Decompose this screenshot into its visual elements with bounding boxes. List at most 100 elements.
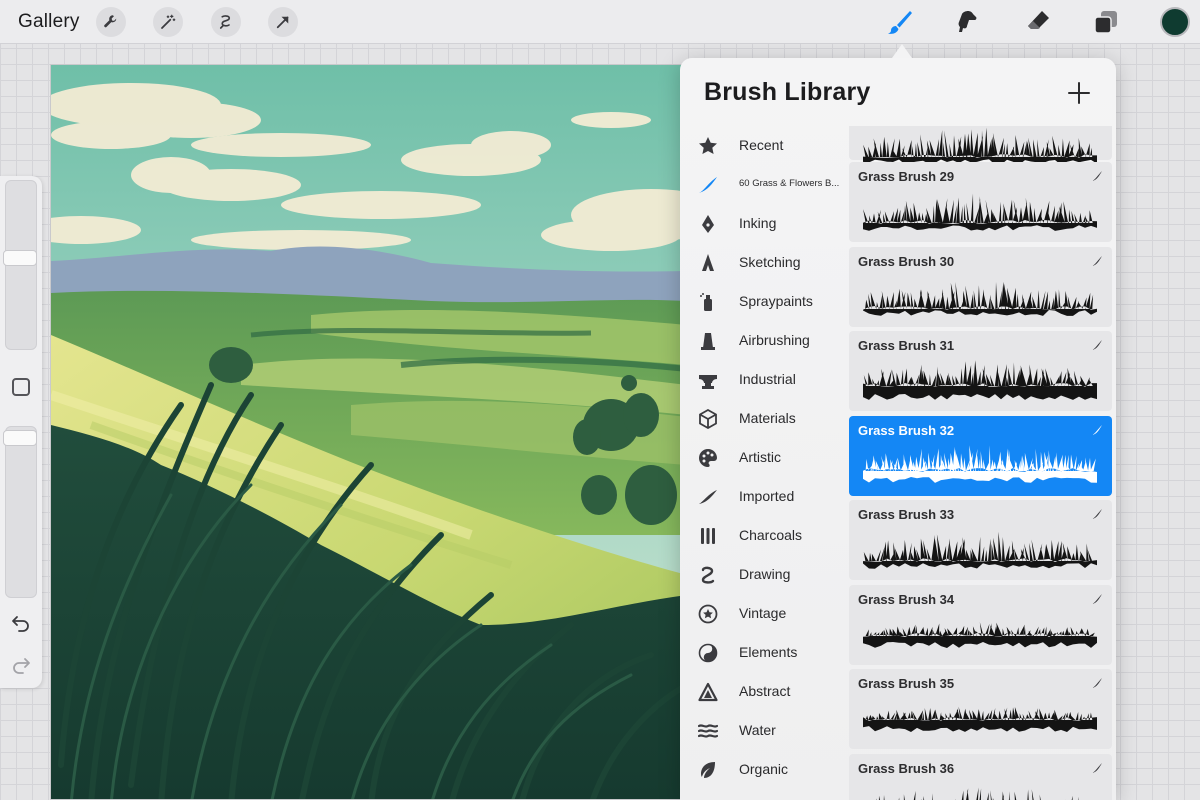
layers-button[interactable] <box>1090 6 1122 38</box>
set-item-water[interactable]: Water <box>680 711 850 749</box>
brush-stroke-icon <box>1092 425 1102 435</box>
set-label: Abstract <box>739 683 791 699</box>
brush-stroke-icon <box>697 174 719 196</box>
pencil-tip-icon <box>697 252 719 274</box>
brush-stroke-icon <box>1092 678 1102 688</box>
brush-card[interactable]: Grass Brush 33 <box>849 500 1112 580</box>
eraser-icon <box>1028 11 1049 29</box>
set-label: Industrial <box>739 371 796 387</box>
brush-stroke-icon <box>1092 171 1102 181</box>
top-toolbar: Gallery <box>0 0 1200 44</box>
set-label: Spraypaints <box>739 293 813 309</box>
set-item-spraypaints[interactable]: Spraypaints <box>680 282 850 320</box>
set-item-materials[interactable]: Materials <box>680 399 850 437</box>
set-label: Water <box>739 722 776 738</box>
brush-name: Grass Brush 36 <box>858 761 955 776</box>
brush-stroke-preview <box>863 622 1097 648</box>
eraser-tool-button[interactable] <box>1022 6 1054 38</box>
wrench-icon <box>104 15 117 28</box>
brush-size-handle[interactable] <box>3 250 37 266</box>
opacity-slider[interactable] <box>5 426 37 598</box>
set-item-airbrushing[interactable]: Airbrushing <box>680 321 850 359</box>
brush-card[interactable]: Grass Brush 32 <box>849 416 1112 496</box>
set-label: Airbrushing <box>739 332 810 348</box>
brush-stroke-icon <box>1092 509 1102 519</box>
airbrush-icon <box>697 330 719 352</box>
set-item-charcoals[interactable]: Charcoals <box>680 516 850 554</box>
pen-nib-icon <box>697 213 719 235</box>
cube-icon <box>697 408 719 430</box>
brush-stroke-preview <box>863 445 1097 483</box>
brush-card[interactable]: Grass Brush 36 <box>849 754 1112 800</box>
transform-button[interactable] <box>268 7 298 37</box>
brush-tool-button[interactable] <box>884 6 916 38</box>
brush-library-panel: Brush Library Recent 60 Grass & Flowers … <box>680 58 1116 800</box>
brushes-list: Grass Brush 29 Grass Brush 30 Grass Brush … <box>849 126 1112 800</box>
color-swatch-button[interactable] <box>1160 7 1190 37</box>
brush-name: Grass Brush 31 <box>858 338 955 353</box>
set-item-inking[interactable]: Inking <box>680 204 850 242</box>
brush-stroke-preview <box>863 531 1097 569</box>
brush-icon <box>888 11 912 34</box>
brush-stroke-preview <box>863 706 1097 732</box>
smudge-icon <box>958 11 977 32</box>
set-item-elements[interactable]: Elements <box>680 633 850 671</box>
set-label: Drawing <box>739 566 791 582</box>
smudge-tool-button[interactable] <box>951 6 983 38</box>
brush-name: Grass Brush 34 <box>858 592 955 607</box>
adjustments-button[interactable] <box>153 7 183 37</box>
set-item-recent[interactable]: Recent <box>680 126 850 164</box>
palette-icon <box>697 447 719 469</box>
brush-stroke-preview <box>863 281 1097 316</box>
modify-button[interactable] <box>12 378 30 396</box>
opacity-handle[interactable] <box>3 430 37 446</box>
brush-card[interactable]: Grass Brush 34 <box>849 585 1112 665</box>
set-label: Vintage <box>739 605 787 621</box>
set-item-imported[interactable]: Imported <box>680 477 850 515</box>
brush-stroke-preview <box>863 193 1097 231</box>
selection-button[interactable] <box>211 7 241 37</box>
brush-stroke-preview <box>876 787 1079 800</box>
left-sidebar <box>0 176 42 688</box>
brush-name: Grass Brush 35 <box>858 676 955 691</box>
set-label: 60 Grass & Flowers B... <box>739 178 840 189</box>
set-item-sketching[interactable]: Sketching <box>680 243 850 281</box>
waves-icon <box>697 720 719 742</box>
triangle-icon <box>697 681 719 703</box>
set-item-drawing[interactable]: Drawing <box>680 555 850 593</box>
brush-name: Grass Brush 33 <box>858 507 955 522</box>
set-item-industrial[interactable]: Industrial <box>680 360 850 398</box>
set-label: Recent <box>739 137 784 153</box>
drawing-canvas[interactable] <box>50 64 686 800</box>
brush-stroke-preview <box>863 360 1097 400</box>
set-label: Organic <box>739 761 789 777</box>
set-label: Sketching <box>739 254 801 270</box>
redo-icon[interactable] <box>11 654 31 674</box>
set-label: Charcoals <box>739 527 803 543</box>
brush-card[interactable]: Grass Brush 35 <box>849 669 1112 749</box>
star-icon <box>697 135 719 157</box>
set-item-abstract[interactable]: Abstract <box>680 672 850 710</box>
set-item-grass-flowers[interactable]: 60 Grass & Flowers B... <box>680 165 850 203</box>
brush-stroke-icon <box>1092 256 1102 266</box>
brush-card[interactable]: Grass Brush 31 <box>849 331 1112 411</box>
set-label: Artistic <box>739 449 781 465</box>
brush-stroke-icon <box>1092 340 1102 350</box>
set-item-artistic[interactable]: Artistic <box>680 438 850 476</box>
actions-button[interactable] <box>96 7 126 37</box>
transform-arrow-icon <box>276 16 289 29</box>
brush-card[interactable] <box>849 126 1112 165</box>
brush-card[interactable]: Grass Brush 29 <box>849 162 1112 242</box>
selection-icon <box>219 15 231 29</box>
undo-icon[interactable] <box>11 612 31 632</box>
set-label: Elements <box>739 644 798 660</box>
add-brush-icon[interactable] <box>1068 82 1090 104</box>
brush-stroke-icon <box>1092 594 1102 604</box>
set-item-vintage[interactable]: Vintage <box>680 594 850 632</box>
brush-panel-caret <box>892 44 912 58</box>
landscape-artwork <box>51 65 685 799</box>
gallery-button[interactable]: Gallery <box>18 11 80 33</box>
charcoal-sticks-icon <box>697 525 719 547</box>
brush-card[interactable]: Grass Brush 30 <box>849 247 1112 327</box>
set-item-organic[interactable]: Organic <box>680 750 850 788</box>
